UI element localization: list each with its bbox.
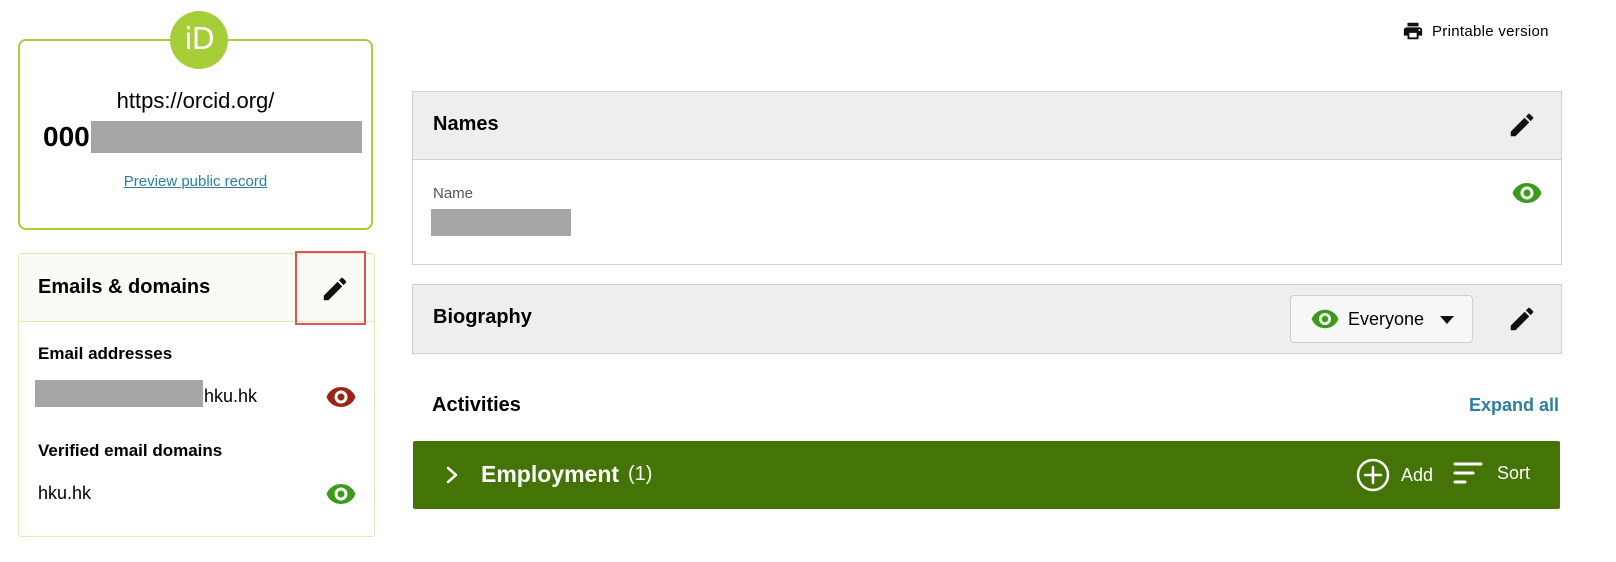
names-title: Names (433, 113, 499, 135)
verified-domain-visibility-button[interactable] (326, 481, 356, 507)
printer-icon (1403, 22, 1423, 40)
activities-heading: Activities (432, 394, 521, 416)
biography-visibility-select[interactable]: Everyone (1290, 295, 1473, 343)
chevron-right-icon (446, 466, 458, 484)
email-visibility-button[interactable] (326, 384, 356, 410)
eye-icon (1311, 309, 1339, 329)
employment-sort-button[interactable]: Sort (1453, 461, 1530, 485)
emails-edit-button[interactable] (320, 274, 350, 304)
biography-visibility-value: Everyone (1348, 309, 1425, 329)
redacted-orcid-id (91, 121, 362, 153)
orcid-logo: iD (170, 11, 228, 69)
verified-domains-heading: Verified email domains (38, 441, 223, 460)
biography-edit-button[interactable] (1507, 304, 1537, 334)
employment-count: (1) (628, 463, 653, 485)
employment-title: Employment (481, 461, 620, 487)
email-address-domain: hku.hk (204, 386, 258, 406)
eye-icon (1512, 183, 1542, 203)
pencil-icon (323, 277, 347, 301)
employment-sort-label: Sort (1497, 462, 1531, 483)
name-visibility-button[interactable] (1512, 180, 1542, 206)
eye-icon (326, 484, 356, 504)
employment-add-button[interactable]: Add (1355, 457, 1433, 493)
printable-version-label: Printable version (1432, 22, 1549, 40)
names-header (413, 92, 1561, 160)
sort-icon (1453, 462, 1483, 484)
biography-title: Biography (433, 306, 532, 328)
redacted-email-user (35, 380, 203, 407)
pencil-icon (1510, 307, 1534, 331)
verified-domain-value: hku.hk (38, 483, 92, 503)
preview-public-record-link[interactable]: Preview public record (18, 173, 373, 190)
email-addresses-heading: Email addresses (38, 344, 173, 363)
pencil-icon (1510, 113, 1534, 137)
name-field-label: Name (433, 185, 474, 202)
orcid-id-number: 000 (43, 121, 90, 152)
expand-all-link[interactable]: Expand all (1469, 395, 1559, 416)
emails-domains-title: Emails & domains (38, 276, 211, 298)
orcid-url: https://orcid.org/ (116, 88, 275, 113)
caret-down-icon (1440, 316, 1454, 324)
employment-section-header[interactable]: Employment (1) Add Sort (413, 441, 1560, 509)
redacted-name-value (431, 209, 571, 236)
eye-icon (326, 387, 356, 407)
printable-version-button[interactable]: Printable version (1402, 20, 1549, 42)
names-edit-button[interactable] (1507, 110, 1537, 140)
employment-add-label: Add (1401, 464, 1434, 485)
add-circle-icon (1356, 458, 1390, 492)
